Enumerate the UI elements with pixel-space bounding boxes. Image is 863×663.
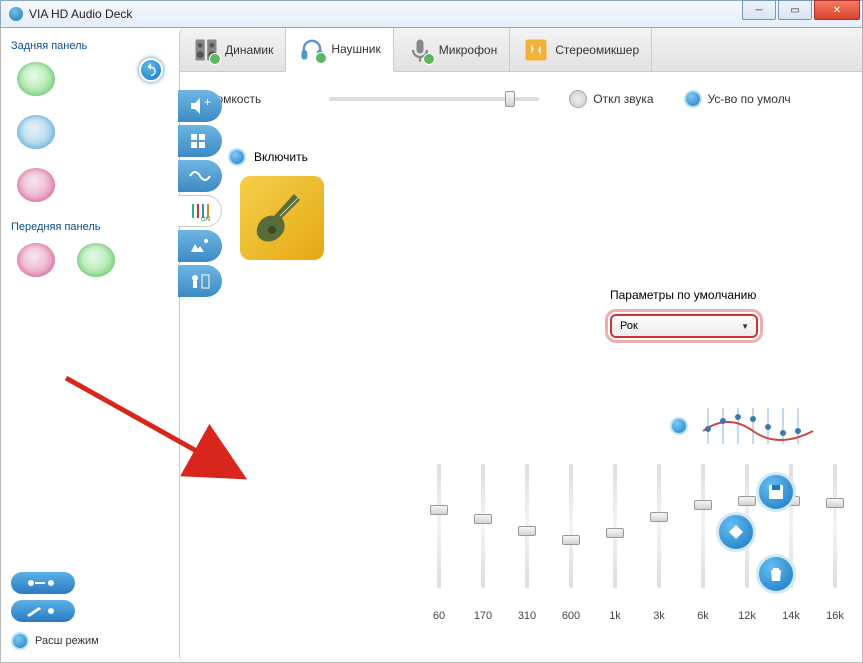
preset-dropdown[interactable]: Рок xyxy=(610,314,758,338)
side-tabs: + ON xyxy=(178,90,222,297)
eq-freq-label: 60 xyxy=(433,610,445,622)
titlebar: VIA HD Audio Deck ─ ▭ ✕ xyxy=(0,0,863,28)
window-title: VIA HD Audio Deck xyxy=(29,7,742,21)
eq-slider-3k[interactable]: 3k xyxy=(648,464,670,622)
headphone-icon xyxy=(298,35,326,63)
expand-mode-toggle[interactable] xyxy=(11,632,29,650)
front-panel-label: Передняя панель xyxy=(11,221,173,233)
eq-enable-label: Включить xyxy=(254,150,308,164)
jack-front-headphone[interactable] xyxy=(77,243,115,277)
connector-settings-button[interactable] xyxy=(11,572,75,594)
rear-panel-label: Задняя панель xyxy=(11,40,173,52)
tab-mic-label: Микрофон xyxy=(439,43,497,57)
default-device-label: Ус-во по умолч xyxy=(708,92,791,106)
eq-freq-label: 170 xyxy=(474,610,492,622)
tab-stereomix[interactable]: Стереомикшер xyxy=(510,28,652,71)
main-panel: Динамик Наушник Микрофон Стереомикшер Гр… xyxy=(179,28,862,662)
eq-slider-16k[interactable]: 16k xyxy=(824,464,846,622)
sidetab-equalizer[interactable]: ON xyxy=(178,195,222,227)
eq-slider-600[interactable]: 600 xyxy=(560,464,582,622)
app-icon xyxy=(9,7,23,21)
tab-headphone-label: Наушник xyxy=(331,42,380,56)
mic-icon xyxy=(406,36,434,64)
tab-mic[interactable]: Микрофон xyxy=(394,28,510,71)
sidetab-wave[interactable] xyxy=(178,160,222,192)
tab-stereomix-label: Стереомикшер xyxy=(555,43,639,57)
eq-thumb-16k[interactable] xyxy=(826,498,844,508)
tab-speaker-label: Динамик xyxy=(225,43,273,57)
save-preset-button[interactable] xyxy=(756,472,796,512)
eq-freq-label: 14k xyxy=(782,610,800,622)
eq-enable-toggle[interactable] xyxy=(228,148,246,166)
top-tabs: Динамик Наушник Микрофон Стереомикшер xyxy=(180,28,862,72)
eq-freq-label: 12k xyxy=(738,610,756,622)
reset-preset-button[interactable] xyxy=(716,512,756,552)
left-panel: Задняя панель Передняя панель Расш режим xyxy=(1,28,179,662)
presets-label: Параметры по умолчанию xyxy=(610,288,758,302)
eq-freq-label: 16k xyxy=(826,610,844,622)
eq-freq-label: 6k xyxy=(697,610,709,622)
jack-rear-lineout[interactable] xyxy=(17,62,55,96)
undo-button[interactable] xyxy=(139,58,163,82)
eq-slider-170[interactable]: 170 xyxy=(472,464,494,622)
mute-toggle[interactable] xyxy=(569,90,587,108)
delete-preset-button[interactable] xyxy=(756,554,796,594)
tools-button[interactable] xyxy=(11,600,75,622)
expand-mode-label: Расш режим xyxy=(35,635,99,647)
eq-thumb-310[interactable] xyxy=(518,526,536,536)
eq-slider-1k[interactable]: 1k xyxy=(604,464,626,622)
curve-toggle[interactable] xyxy=(670,417,688,435)
eq-thumb-1k[interactable] xyxy=(606,528,624,538)
preset-art-rock xyxy=(240,176,324,260)
eq-curve-preview xyxy=(670,403,818,449)
speaker-icon xyxy=(192,36,220,64)
mute-label: Откл звука xyxy=(593,92,653,106)
close-button[interactable]: ✕ xyxy=(814,0,860,20)
sidetab-speakers[interactable] xyxy=(178,125,222,157)
eq-slider-60[interactable]: 60 xyxy=(428,464,450,622)
svg-text:+: + xyxy=(204,96,211,109)
eq-slider-310[interactable]: 310 xyxy=(516,464,538,622)
sidetab-room[interactable] xyxy=(178,265,222,297)
volume-slider[interactable] xyxy=(329,97,539,101)
jack-rear-mic[interactable] xyxy=(17,168,55,202)
eq-thumb-170[interactable] xyxy=(474,514,492,524)
sidetab-environment[interactable] xyxy=(178,230,222,262)
eq-thumb-60[interactable] xyxy=(430,505,448,515)
default-device-toggle[interactable] xyxy=(684,90,702,108)
sidetab-volume[interactable]: + xyxy=(178,90,222,122)
minimize-button[interactable]: ─ xyxy=(742,0,776,20)
eq-freq-label: 600 xyxy=(562,610,580,622)
eq-freq-label: 310 xyxy=(518,610,536,622)
preset-selected-value: Рок xyxy=(620,320,638,332)
eq-freq-label: 3k xyxy=(653,610,665,622)
tab-speaker[interactable]: Динамик xyxy=(180,28,286,71)
volume-slider-thumb[interactable] xyxy=(505,91,515,107)
jack-rear-linein[interactable] xyxy=(17,115,55,149)
jack-front-mic[interactable] xyxy=(17,243,55,277)
eq-freq-label: 1k xyxy=(609,610,621,622)
eq-thumb-3k[interactable] xyxy=(650,512,668,522)
svg-text:ON: ON xyxy=(201,217,210,221)
maximize-button[interactable]: ▭ xyxy=(778,0,812,20)
action-cluster xyxy=(702,472,822,602)
tab-headphone[interactable]: Наушник xyxy=(286,28,393,72)
stereomix-icon xyxy=(522,36,550,64)
eq-thumb-600[interactable] xyxy=(562,535,580,545)
